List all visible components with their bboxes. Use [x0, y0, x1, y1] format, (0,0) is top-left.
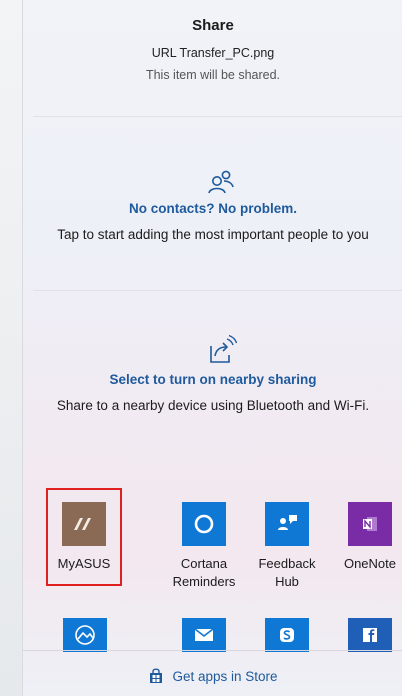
onenote-icon — [348, 502, 392, 546]
app-cortana-reminders[interactable]: Cortana Reminders — [164, 502, 244, 591]
share-title: Share — [192, 17, 234, 34]
app-myasus[interactable]: MyASUS — [44, 502, 124, 573]
divider — [33, 290, 402, 291]
app-label: Feedback Hub — [258, 556, 316, 589]
nearby-title: Select to turn on nearby sharing — [109, 372, 317, 387]
photos-icon[interactable] — [63, 618, 107, 652]
app-label: MyASUS — [57, 556, 111, 571]
divider — [33, 116, 402, 117]
footer-divider — [23, 650, 402, 651]
app-feedback-hub[interactable]: Feedback Hub — [247, 502, 327, 591]
shared-file-name: URL Transfer_PC.png — [151, 46, 275, 60]
nearby-share-icon — [210, 334, 237, 363]
feedback-hub-icon — [265, 502, 309, 546]
get-apps-in-store-link[interactable]: Get apps in Store — [23, 656, 402, 696]
contacts-title: No contacts? No problem. — [128, 201, 297, 216]
facebook-icon[interactable] — [348, 618, 392, 652]
app-onenote[interactable]: OneNote — [330, 502, 402, 573]
cortana-icon — [182, 502, 226, 546]
nearby-description: Share to a nearby device using Bluetooth… — [56, 398, 370, 413]
myasus-icon — [62, 502, 106, 546]
skype-icon[interactable] — [265, 618, 309, 652]
share-note: This item will be shared. — [145, 68, 281, 82]
people-icon — [208, 170, 234, 194]
app-label: OneNote — [343, 556, 397, 571]
share-panel: Share URL Transfer_PC.png This item will… — [22, 0, 402, 696]
mail-icon[interactable] — [182, 618, 226, 652]
app-label: Cortana Reminders — [172, 556, 236, 589]
window-edge — [0, 0, 22, 696]
contacts-description: Tap to start adding the most important p… — [57, 227, 369, 242]
store-link-label: Get apps in Store — [172, 668, 278, 684]
store-icon — [150, 668, 163, 683]
